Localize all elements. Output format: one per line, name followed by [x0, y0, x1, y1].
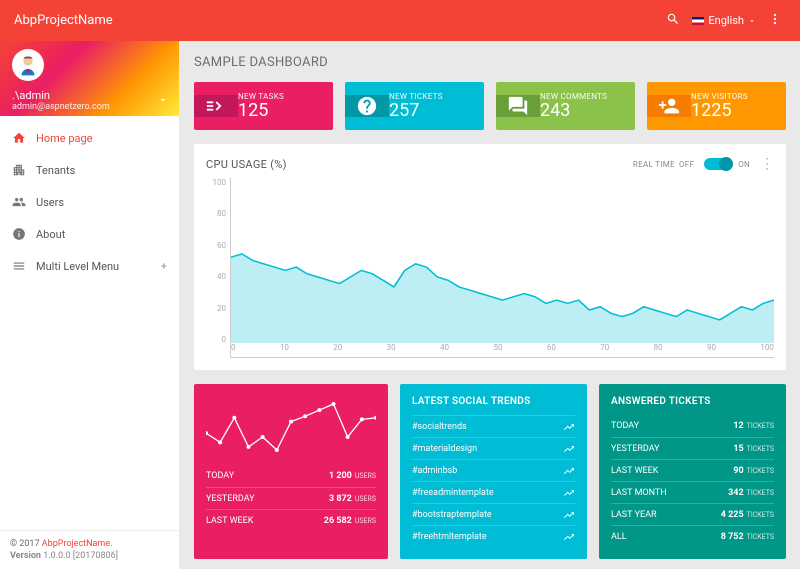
card-new-tickets[interactable]: NEW TICKETS257	[345, 82, 484, 130]
nav-item-tenants[interactable]: Tenants	[0, 154, 179, 186]
language-selector[interactable]: English	[692, 14, 756, 27]
tickets-widget: ANSWERED TICKETS TODAY12TICKETSYESTERDAY…	[599, 384, 786, 559]
chevron-down-icon	[748, 17, 756, 25]
info-icon	[12, 227, 26, 241]
flag-icon	[692, 17, 704, 25]
nav-menu: Home page Tenants Users About Multi Leve…	[0, 116, 179, 530]
users-icon	[12, 195, 26, 209]
ticket-row: LAST YEAR4 225TICKETS	[611, 503, 774, 525]
user-name: .\admin	[12, 89, 167, 102]
trends-widget: LATEST SOCIAL TRENDS #socialtrends#mater…	[400, 384, 587, 559]
nav-label: Home page	[36, 132, 93, 145]
trending-up-icon	[563, 443, 575, 455]
expand-icon: +	[161, 260, 167, 273]
ticket-row: YESTERDAY15TICKETS	[611, 437, 774, 459]
visits-row: YESTERDAY3 872USERS	[206, 487, 376, 509]
sidebar: .\admin admin@aspnetzero.com Home page T…	[0, 41, 180, 569]
ticket-row: TODAY12TICKETS	[611, 415, 774, 437]
nav-item-multilevel[interactable]: Multi Level Menu +	[0, 250, 179, 282]
tenants-icon	[12, 163, 26, 177]
home-icon	[12, 131, 26, 145]
user-email: admin@aspnetzero.com	[12, 102, 167, 112]
stat-cards: NEW TASKS125 NEW TICKETS257 NEW COMMENTS…	[194, 82, 786, 130]
cpu-chart: 100806040200 0102030405060708090100	[206, 178, 774, 358]
cpu-title: CPU USAGE (%)	[206, 158, 287, 171]
visits-row: TODAY1 200USERS	[206, 465, 376, 487]
nav-item-home[interactable]: Home page	[0, 122, 179, 154]
ticket-row: LAST WEEK90TICKETS	[611, 459, 774, 481]
page-title: SAMPLE DASHBOARD	[194, 55, 786, 70]
trend-row[interactable]: #bootstraptemplate	[412, 503, 575, 525]
search-icon[interactable]	[662, 11, 684, 30]
footer-link[interactable]: AbpProjectName.	[42, 539, 113, 549]
tasks-icon	[194, 95, 238, 117]
realtime-toggle[interactable]	[704, 158, 732, 170]
avatar	[12, 49, 44, 81]
person-add-icon	[647, 95, 691, 117]
trend-row[interactable]: #materialdesign	[412, 437, 575, 459]
trend-row[interactable]: #freeadmintemplate	[412, 481, 575, 503]
panel-more-icon[interactable]: ⋮	[760, 156, 774, 172]
trend-row[interactable]: #adminbsb	[412, 459, 575, 481]
brand-name: AbpProjectName	[14, 13, 113, 28]
ticket-row: LAST MONTH342TICKETS	[611, 481, 774, 503]
user-profile-box: .\admin admin@aspnetzero.com	[0, 41, 179, 116]
nav-label: Tenants	[36, 164, 75, 177]
trending-up-icon	[563, 487, 575, 499]
comments-icon	[496, 95, 540, 117]
nav-label: About	[36, 228, 65, 241]
nav-item-about[interactable]: About	[0, 218, 179, 250]
card-new-tasks[interactable]: NEW TASKS125	[194, 82, 333, 130]
nav-label: Multi Level Menu	[36, 260, 119, 273]
trending-up-icon	[563, 465, 575, 477]
help-icon	[345, 95, 389, 117]
realtime-label: REAL TIME	[633, 160, 675, 169]
visits-widget: TODAY1 200USERSYESTERDAY3 872USERSLAST W…	[194, 384, 388, 559]
nav-label: Users	[36, 196, 64, 209]
card-new-comments[interactable]: NEW COMMENTS243	[496, 82, 635, 130]
main-content: SAMPLE DASHBOARD NEW TASKS125 NEW TICKET…	[180, 41, 800, 569]
language-label: English	[708, 14, 744, 27]
card-new-visitors[interactable]: NEW VISITORS1225	[647, 82, 786, 130]
trending-up-icon	[563, 531, 575, 543]
menu-icon	[12, 259, 26, 273]
cpu-panel: CPU USAGE (%) REAL TIME OFF ON ⋮ 1008060…	[194, 144, 786, 370]
visits-row: LAST WEEK26 582USERS	[206, 509, 376, 531]
trend-row[interactable]: #freehtmltemplate	[412, 525, 575, 547]
trend-row[interactable]: #socialtrends	[412, 415, 575, 437]
nav-item-users[interactable]: Users	[0, 186, 179, 218]
top-header: AbpProjectName English	[0, 0, 800, 41]
trending-up-icon	[563, 509, 575, 521]
sidebar-footer: © 2017 AbpProjectName. Version 1.0.0.0 […	[0, 530, 179, 569]
ticket-row: ALL8 752TICKETS	[611, 525, 774, 547]
spark-chart	[206, 396, 376, 458]
user-menu-toggle[interactable]	[157, 91, 169, 110]
more-icon[interactable]	[764, 11, 786, 30]
trending-up-icon	[563, 421, 575, 433]
